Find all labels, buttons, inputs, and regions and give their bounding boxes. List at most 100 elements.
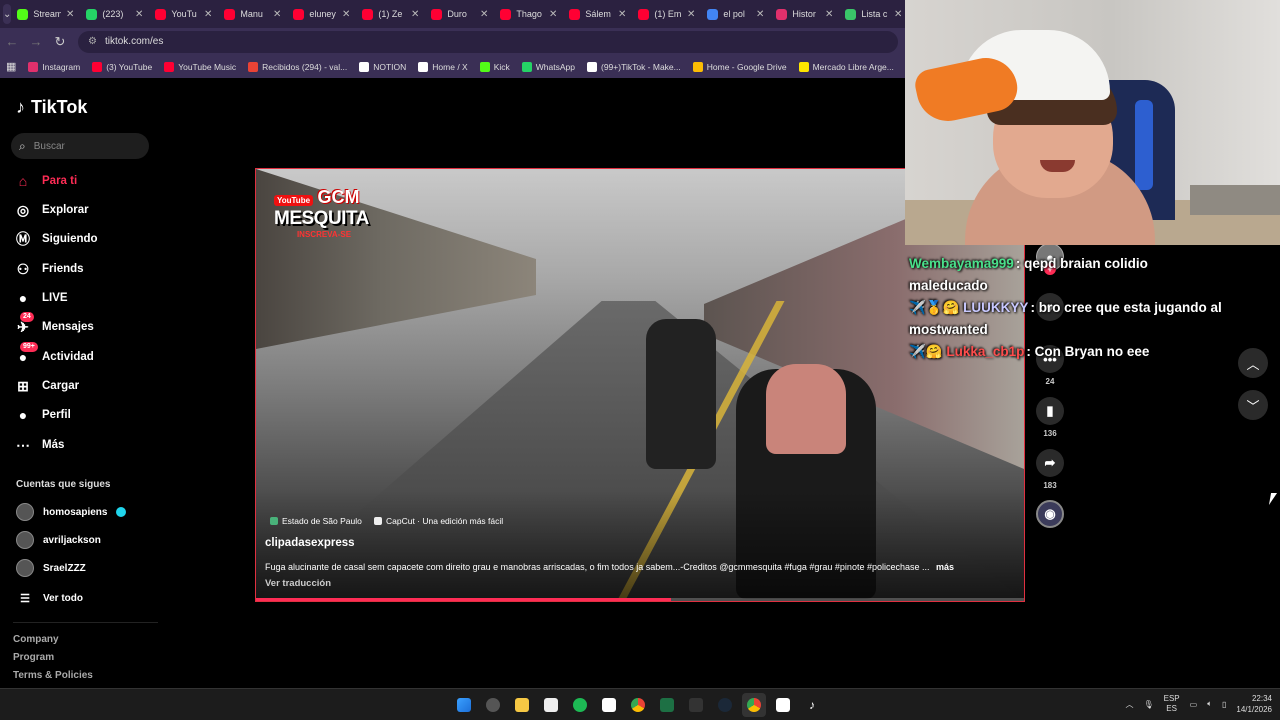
browser-tab[interactable]: eluney ✕	[287, 0, 356, 28]
footer-link[interactable]: Program	[13, 652, 54, 663]
network-icon[interactable]: ▭	[1190, 700, 1198, 709]
start-button[interactable]	[452, 693, 476, 717]
music-disc-icon: ◉	[1036, 500, 1064, 528]
store-button[interactable]	[539, 693, 563, 717]
location-chip[interactable]: Estado de São Paulo	[270, 515, 362, 527]
sidebar-item-más[interactable]: ⋯ Más	[14, 434, 64, 456]
video-progress-bar[interactable]	[256, 598, 1024, 601]
bookmark-item[interactable]: Instagram	[22, 61, 86, 72]
site-info-icon[interactable]: ⚙	[88, 36, 97, 47]
sound-disc-button[interactable]: ◉	[1036, 500, 1064, 528]
previous-video-button[interactable]: ︿	[1238, 348, 1268, 378]
reload-button[interactable]: ↻	[48, 30, 72, 54]
tab-search-button[interactable]: ⌄	[3, 4, 12, 24]
bookmark-item[interactable]: Mercado Libre Arge...	[793, 61, 900, 72]
taskbar-app-1[interactable]	[481, 693, 505, 717]
sidebar-item-mensajes[interactable]: ✈ 24 Mensajes	[14, 312, 94, 338]
browser-tab[interactable]: Manu ✕	[218, 0, 287, 28]
upload-icon: ⊞	[17, 377, 29, 394]
followed-account[interactable]: homosapiens	[16, 502, 127, 522]
chat-username: Wembayama999	[909, 256, 1014, 271]
tab-close-icon[interactable]: ✕	[687, 9, 695, 20]
sidebar-item-label: Más	[42, 439, 65, 451]
tab-close-icon[interactable]: ✕	[480, 9, 488, 20]
capcut-chip[interactable]: CapCut · Una edición más fácil	[374, 515, 503, 527]
bookmark-item[interactable]: Recibidos (294) - val...	[242, 61, 353, 72]
epic-games-button[interactable]	[684, 693, 708, 717]
tab-close-icon[interactable]: ✕	[894, 9, 902, 20]
battery-icon[interactable]: ▯	[1222, 700, 1226, 709]
tab-close-icon[interactable]: ✕	[411, 9, 419, 20]
bookmark-item[interactable]: Home / X	[412, 61, 473, 72]
sidebar-item-siguiendo[interactable]: Ⓜ Siguiendo	[14, 228, 98, 250]
forward-button[interactable]: →	[24, 30, 48, 54]
tab-close-icon[interactable]: ✕	[549, 9, 557, 20]
tab-close-icon[interactable]: ✕	[756, 9, 764, 20]
chrome-active-button[interactable]	[742, 693, 766, 717]
sidebar-item-friends[interactable]: ⚇ Friends	[14, 258, 84, 280]
bookmark-item[interactable]: YouTube Music	[158, 61, 242, 72]
share-button[interactable]: ➦ 183	[1036, 449, 1064, 490]
capcut-button[interactable]	[597, 693, 621, 717]
browser-tab[interactable]: (1) Ze ✕	[356, 0, 425, 28]
tab-favicon-icon	[17, 8, 29, 20]
volume-icon[interactable]: 🔈︎	[1207, 699, 1212, 709]
tab-close-icon[interactable]: ✕	[204, 9, 212, 20]
browser-tab[interactable]: (223) ✕	[80, 0, 149, 28]
footer-link[interactable]: Company	[13, 634, 59, 645]
tab-close-icon[interactable]: ✕	[273, 9, 281, 20]
excel-button[interactable]	[655, 693, 679, 717]
browser-tab[interactable]: (1) Em ✕	[632, 0, 701, 28]
followed-account[interactable]: SraelZZZ	[16, 558, 86, 578]
bookmark-item[interactable]: (3) YouTube	[86, 61, 158, 72]
translate-link[interactable]: Ver traducción	[265, 578, 331, 589]
apps-icon[interactable]: ▦	[0, 60, 22, 73]
microphone-icon[interactable]: 🎙︎	[1143, 700, 1153, 709]
browser-tab[interactable]: Lista c ✕	[839, 0, 908, 28]
search-input[interactable]: ⌕ Buscar	[11, 133, 149, 159]
clock[interactable]: 22:34 14/1/2026	[1236, 693, 1272, 715]
tab-close-icon[interactable]: ✕	[342, 9, 350, 20]
tray-expand-icon[interactable]: ︿	[1125, 699, 1133, 710]
chat-message: ✈️🤗 Lukka_cb1p: Con Bryan no eee	[909, 341, 1229, 363]
video-author[interactable]: clipadasexpress	[265, 537, 355, 549]
sidebar-item-explorar[interactable]: ◎ Explorar	[14, 199, 89, 221]
tiktok-logo[interactable]: ♪ TikTok	[16, 97, 87, 118]
chrome-button[interactable]	[626, 693, 650, 717]
browser-tab[interactable]: Histor ✕	[770, 0, 839, 28]
bookmark-item[interactable]: Home - Google Drive	[687, 61, 793, 72]
tab-close-icon[interactable]: ✕	[618, 9, 626, 20]
sidebar-item-actividad[interactable]: ● 99+ Actividad	[14, 342, 94, 368]
steam-button[interactable]	[713, 693, 737, 717]
sidebar-item-live[interactable]: ● LIVE	[14, 287, 68, 309]
bookmark-item[interactable]: Kick	[474, 61, 516, 72]
next-video-button[interactable]: ﹀	[1238, 390, 1268, 420]
tab-close-icon[interactable]: ✕	[66, 9, 74, 20]
bookmark-item[interactable]: NOTION	[353, 61, 412, 72]
spotify-button[interactable]	[568, 693, 592, 717]
sidebar-item-cargar[interactable]: ⊞ Cargar	[14, 375, 79, 397]
caption-more-link[interactable]: más	[936, 562, 954, 572]
tab-close-icon[interactable]: ✕	[825, 9, 833, 20]
followed-account[interactable]: avriljackson	[16, 530, 101, 550]
footer-link[interactable]: Terms & Policies	[13, 670, 93, 681]
browser-tab[interactable]: Sálem ✕	[563, 0, 632, 28]
see-all-link[interactable]: ☰ Ver todo	[16, 588, 83, 608]
save-button[interactable]: ▮ 136	[1036, 397, 1064, 438]
input-language[interactable]: ESP ES	[1164, 694, 1180, 714]
bookmark-item[interactable]: (99+)TikTok - Make...	[581, 61, 687, 72]
browser-tab[interactable]: el pol ✕	[701, 0, 770, 28]
tab-close-icon[interactable]: ✕	[135, 9, 143, 20]
browser-tab[interactable]: Duro ✕	[425, 0, 494, 28]
sidebar-item-perfil[interactable]: ● Perfil	[14, 404, 71, 426]
address-bar[interactable]: ⚙ tiktok.com/es	[78, 30, 898, 53]
back-button[interactable]: ←	[0, 30, 24, 54]
sidebar-item-para-ti[interactable]: ⌂ Para ti	[14, 170, 77, 192]
browser-tab[interactable]: YouTu ✕	[149, 0, 218, 28]
capcut-2-button[interactable]	[771, 693, 795, 717]
file-explorer-button[interactable]	[510, 693, 534, 717]
tiktok-taskbar-button[interactable]: ♪	[800, 693, 824, 717]
browser-tab[interactable]: Stream ✕	[11, 0, 80, 28]
browser-tab[interactable]: Thago ✕	[494, 0, 563, 28]
bookmark-item[interactable]: WhatsApp	[516, 61, 581, 72]
